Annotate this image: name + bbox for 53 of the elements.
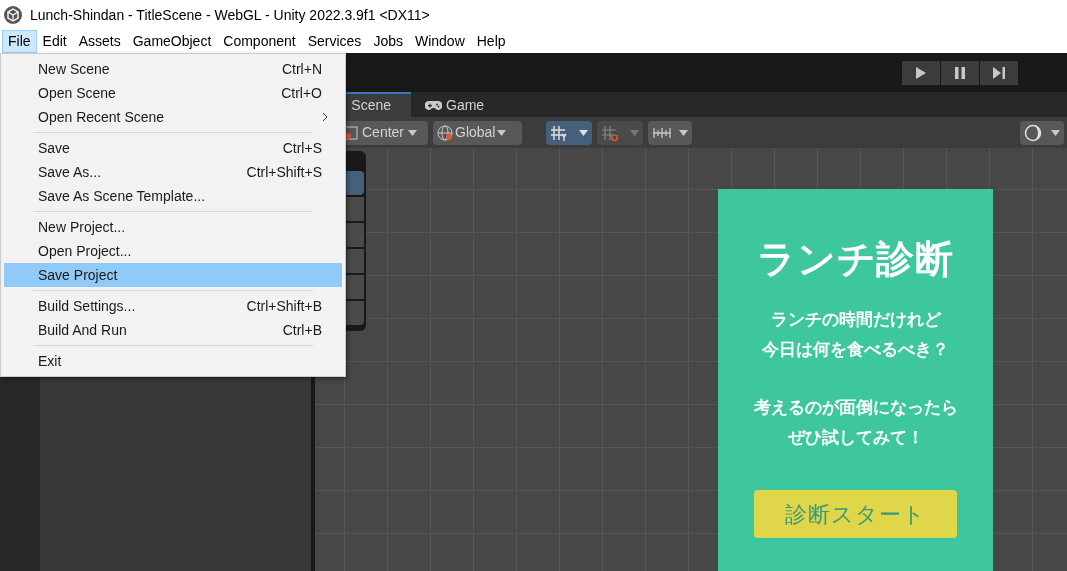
menu-bar-item[interactable]: Help (470, 30, 512, 53)
menu-item[interactable]: Build And Run Ctrl+B (4, 318, 342, 342)
menu-bar-item[interactable]: File (2, 30, 37, 53)
menu-item[interactable]: Open Project... (4, 239, 342, 263)
pause-icon (955, 66, 965, 79)
menu-item[interactable]: Save Project (4, 263, 342, 287)
caret-icon (579, 129, 588, 136)
shortcut-text: Ctrl+Shift+S (246, 162, 322, 182)
grid-icon (550, 124, 568, 141)
sphere-icon (1024, 123, 1042, 142)
increment-snap-dropdown[interactable] (648, 120, 692, 145)
shortcut-text: Ctrl+B (282, 320, 322, 340)
step-icon (993, 66, 1005, 79)
window-title: Lunch-Shindan - TitleScene - WebGL - Unity 2022.3.9f1 <DX11> (30, 5, 430, 25)
intro-paragraph: 考えるのが面倒になったら ぜひ試してみて！ (753, 397, 958, 449)
menu-item[interactable]: Build Settings... Ctrl+Shift+B (4, 294, 342, 318)
caret-icon (1051, 129, 1060, 136)
menu-bar-item[interactable]: Component (217, 30, 302, 53)
grid-snap-button[interactable] (546, 120, 592, 145)
menu-item[interactable]: New Scene Ctrl+N (4, 57, 342, 81)
shortcut-text: Ctrl+S (282, 138, 322, 158)
magnet-grid-icon (601, 124, 619, 141)
menu-item[interactable]: New Project... (4, 215, 342, 239)
menu-bar-item[interactable]: GameObject (126, 30, 218, 53)
ruler-icon (652, 125, 672, 140)
menu-item[interactable]: Save Ctrl+S (4, 136, 342, 160)
menu-bar-item[interactable]: Assets (72, 30, 127, 53)
menu-bar-item[interactable]: Window (408, 30, 471, 53)
shading-dropdown[interactable] (1020, 120, 1064, 145)
shortcut-text: Ctrl+N (281, 59, 322, 79)
gamepad-icon (425, 100, 442, 111)
pause-button[interactable] (941, 60, 979, 85)
caret-icon (630, 129, 639, 136)
snap-dropdown[interactable] (597, 120, 643, 145)
globe-icon (437, 124, 453, 141)
menu-item[interactable]: Save As... Ctrl+Shift+S (4, 160, 342, 184)
caret-icon (497, 129, 507, 136)
menu-item[interactable]: Exit (4, 349, 342, 373)
view-tab[interactable]: Game (417, 92, 493, 117)
space-dropdown[interactable]: Global (433, 120, 522, 145)
step-button[interactable] (980, 60, 1018, 85)
shortcut-text: Ctrl+Shift+B (246, 296, 322, 316)
play-button[interactable] (902, 60, 940, 85)
play-icon (916, 66, 926, 79)
logo-icon (4, 6, 22, 24)
caret-icon (408, 129, 418, 136)
menu-bar-item[interactable]: Edit (36, 30, 73, 53)
caret-icon (679, 129, 688, 136)
menu-bar-item[interactable]: Services (301, 30, 368, 53)
intro-paragraph: ランチの時間だけれど 今日は何を食べるべき？ (762, 309, 949, 361)
game-title: ランチ診断 (756, 237, 955, 282)
menu-bar-item[interactable]: Jobs (367, 30, 409, 53)
menu-item[interactable]: Save As Scene Template... (4, 184, 342, 208)
